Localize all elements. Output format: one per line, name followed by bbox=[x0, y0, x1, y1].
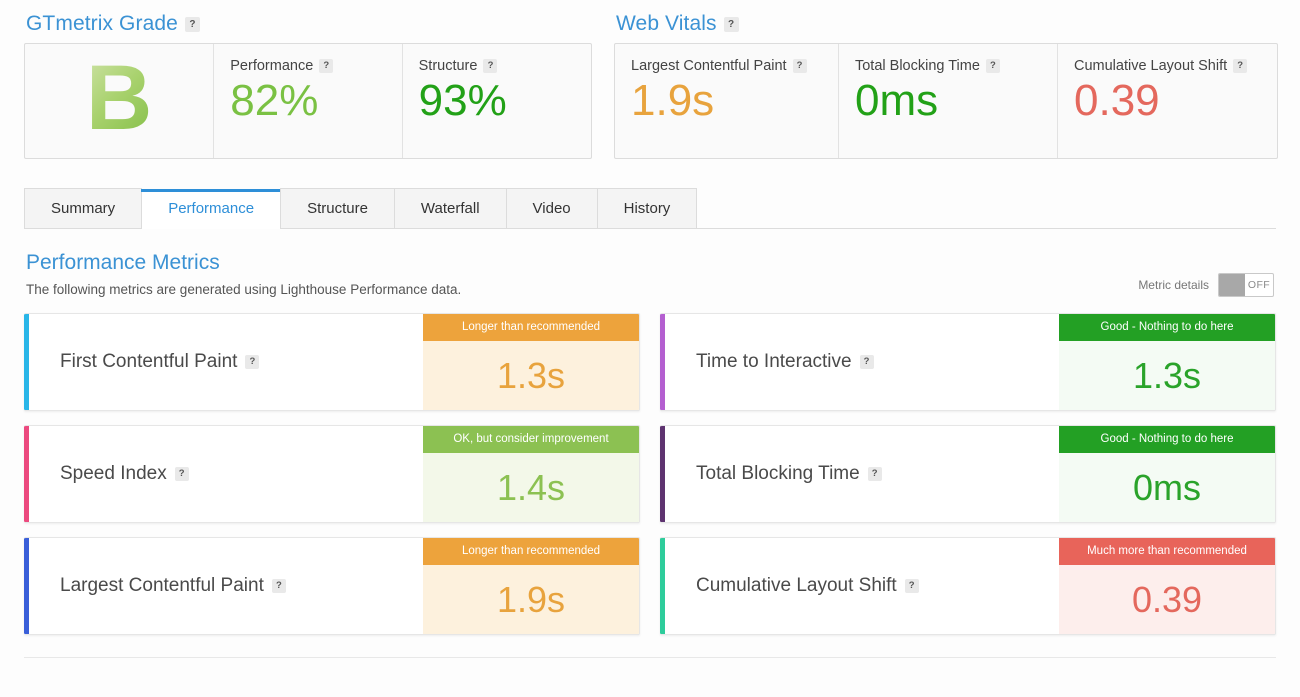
metric-card-total-blocking-time[interactable]: Total Blocking Time ? Good - Nothing to … bbox=[660, 425, 1276, 523]
gtmetrix-grade-block: GTmetrix Grade ? B Performance ? 82% Str… bbox=[24, 10, 592, 159]
tab-video[interactable]: Video bbox=[505, 187, 598, 228]
grade-letter-cell: B bbox=[25, 44, 215, 158]
metric-result: Longer than recommended 1.9s bbox=[423, 538, 639, 634]
help-icon-gtmetrix-grade[interactable]: ? bbox=[184, 16, 200, 32]
metric-status-banner: Good - Nothing to do here bbox=[1059, 426, 1275, 453]
help-icon-largest-contentful-paint[interactable]: ? bbox=[271, 579, 286, 593]
report-tabs: Summary Performance Structure Waterfall … bbox=[24, 185, 1276, 229]
web-vitals-panel: Largest Contentful Paint ? 1.9s Total Bl… bbox=[614, 43, 1278, 159]
performance-score-label-text: Performance bbox=[230, 58, 314, 74]
metric-label: Time to Interactive ? bbox=[665, 314, 1059, 410]
metric-value: 1.3s bbox=[423, 341, 639, 410]
metric-result: Good - Nothing to do here 0ms bbox=[1059, 426, 1275, 522]
metric-status-banner: OK, but consider improvement bbox=[423, 426, 639, 453]
tab-summary[interactable]: Summary bbox=[24, 187, 143, 228]
web-vitals-block: Web Vitals ? Largest Contentful Paint ? … bbox=[614, 10, 1278, 159]
page-subtitle: The following metrics are generated usin… bbox=[26, 282, 462, 297]
performance-score-value: 82% bbox=[230, 76, 319, 125]
gtmetrix-grade-title: GTmetrix Grade ? bbox=[24, 10, 592, 43]
grade-letter: B bbox=[85, 47, 153, 149]
metric-value: 0.39 bbox=[1059, 565, 1275, 634]
vital-tbt-label-text: Total Blocking Time bbox=[854, 58, 980, 74]
gtmetrix-report-page: GTmetrix Grade ? B Performance ? 82% Str… bbox=[0, 0, 1300, 697]
metric-card-cumulative-layout-shift[interactable]: Cumulative Layout Shift ? Much more than… bbox=[660, 537, 1276, 635]
metric-label-text: First Contentful Paint bbox=[60, 351, 238, 372]
help-icon-time-to-interactive[interactable]: ? bbox=[859, 355, 874, 369]
performance-metrics-header: Performance Metrics The following metric… bbox=[24, 251, 1276, 297]
help-icon-structure-score[interactable]: ? bbox=[483, 59, 498, 73]
metric-card-first-contentful-paint[interactable]: First Contentful Paint ? Longer than rec… bbox=[24, 313, 640, 411]
metric-value: 1.9s bbox=[423, 565, 639, 634]
vital-tbt-cell: Total Blocking Time ? 0ms bbox=[839, 44, 1058, 158]
metric-result: OK, but consider improvement 1.4s bbox=[423, 426, 639, 522]
metric-card-largest-contentful-paint[interactable]: Largest Contentful Paint ? Longer than r… bbox=[24, 537, 640, 635]
help-icon-vital-cls[interactable]: ? bbox=[1233, 59, 1248, 73]
section-divider bbox=[24, 657, 1276, 658]
structure-score-cell: Structure ? 93% bbox=[403, 44, 591, 158]
switch-state: OFF bbox=[1247, 279, 1271, 291]
vital-lcp-label-text: Largest Contentful Paint bbox=[631, 58, 787, 74]
help-icon-speed-index[interactable]: ? bbox=[174, 467, 189, 481]
tab-history[interactable]: History bbox=[596, 187, 698, 228]
web-vitals-title: Web Vitals ? bbox=[614, 10, 1278, 43]
vital-tbt-value: 0ms bbox=[854, 76, 939, 125]
vital-tbt-label: Total Blocking Time ? bbox=[855, 58, 1041, 74]
structure-score-label: Structure ? bbox=[419, 58, 575, 74]
vital-lcp-cell: Largest Contentful Paint ? 1.9s bbox=[615, 44, 839, 158]
metric-label: Cumulative Layout Shift ? bbox=[665, 538, 1059, 634]
switch-knob bbox=[1219, 274, 1245, 296]
metric-details-toggle-group: Metric details OFF bbox=[1138, 273, 1274, 297]
help-icon-performance-score[interactable]: ? bbox=[319, 59, 334, 73]
metric-label: Total Blocking Time ? bbox=[665, 426, 1059, 522]
metric-label: Speed Index ? bbox=[29, 426, 423, 522]
help-icon-first-contentful-paint[interactable]: ? bbox=[245, 355, 260, 369]
help-icon-total-blocking-time[interactable]: ? bbox=[867, 467, 882, 481]
tab-structure[interactable]: Structure bbox=[280, 187, 395, 228]
metrics-grid: First Contentful Paint ? Longer than rec… bbox=[24, 313, 1276, 635]
vital-cls-cell: Cumulative Layout Shift ? 0.39 bbox=[1058, 44, 1277, 158]
metric-value: 1.3s bbox=[1059, 341, 1275, 410]
metric-status-banner: Good - Nothing to do here bbox=[1059, 314, 1275, 341]
help-icon-cumulative-layout-shift[interactable]: ? bbox=[904, 579, 919, 593]
metric-label-text: Largest Contentful Paint bbox=[60, 575, 264, 596]
tab-waterfall[interactable]: Waterfall bbox=[393, 187, 507, 228]
metric-result: Good - Nothing to do here 1.3s bbox=[1059, 314, 1275, 410]
gtmetrix-grade-title-text: GTmetrix Grade bbox=[26, 12, 178, 35]
help-icon-web-vitals[interactable]: ? bbox=[723, 16, 739, 32]
metric-status-banner: Longer than recommended bbox=[423, 538, 639, 565]
vital-cls-label-text: Cumulative Layout Shift bbox=[1074, 58, 1228, 74]
web-vitals-title-text: Web Vitals bbox=[616, 12, 717, 35]
metric-label-text: Speed Index bbox=[60, 463, 167, 484]
performance-score-cell: Performance ? 82% bbox=[214, 44, 403, 158]
metric-label-text: Total Blocking Time bbox=[696, 463, 860, 484]
metric-label-text: Time to Interactive bbox=[696, 351, 852, 372]
metric-card-time-to-interactive[interactable]: Time to Interactive ? Good - Nothing to … bbox=[660, 313, 1276, 411]
page-title: Performance Metrics bbox=[26, 251, 220, 274]
tab-performance[interactable]: Performance bbox=[141, 188, 282, 229]
help-icon-vital-lcp[interactable]: ? bbox=[792, 59, 807, 73]
summary-row: GTmetrix Grade ? B Performance ? 82% Str… bbox=[24, 0, 1278, 159]
vital-lcp-value: 1.9s bbox=[631, 76, 715, 125]
metric-result: Much more than recommended 0.39 bbox=[1059, 538, 1275, 634]
vital-cls-label: Cumulative Layout Shift ? bbox=[1074, 58, 1261, 74]
metric-details-label: Metric details bbox=[1138, 278, 1209, 292]
vital-cls-value: 0.39 bbox=[1074, 76, 1160, 125]
metric-result: Longer than recommended 1.3s bbox=[423, 314, 639, 410]
vital-lcp-label: Largest Contentful Paint ? bbox=[631, 58, 822, 74]
metric-details-switch[interactable]: OFF bbox=[1218, 273, 1274, 297]
metric-status-banner: Much more than recommended bbox=[1059, 538, 1275, 565]
metric-label: Largest Contentful Paint ? bbox=[29, 538, 423, 634]
structure-score-value: 93% bbox=[418, 76, 507, 125]
structure-score-label-text: Structure bbox=[418, 58, 478, 74]
metric-label-text: Cumulative Layout Shift bbox=[696, 575, 897, 596]
gtmetrix-grade-panel: B Performance ? 82% Structure ? 93% bbox=[24, 43, 592, 159]
metric-card-speed-index[interactable]: Speed Index ? OK, but consider improveme… bbox=[24, 425, 640, 523]
help-icon-vital-tbt[interactable]: ? bbox=[985, 59, 1000, 73]
metric-value: 1.4s bbox=[423, 453, 639, 522]
metric-label: First Contentful Paint ? bbox=[29, 314, 423, 410]
performance-score-label: Performance ? bbox=[230, 58, 385, 74]
metric-value: 0ms bbox=[1059, 453, 1275, 522]
metric-status-banner: Longer than recommended bbox=[423, 314, 639, 341]
